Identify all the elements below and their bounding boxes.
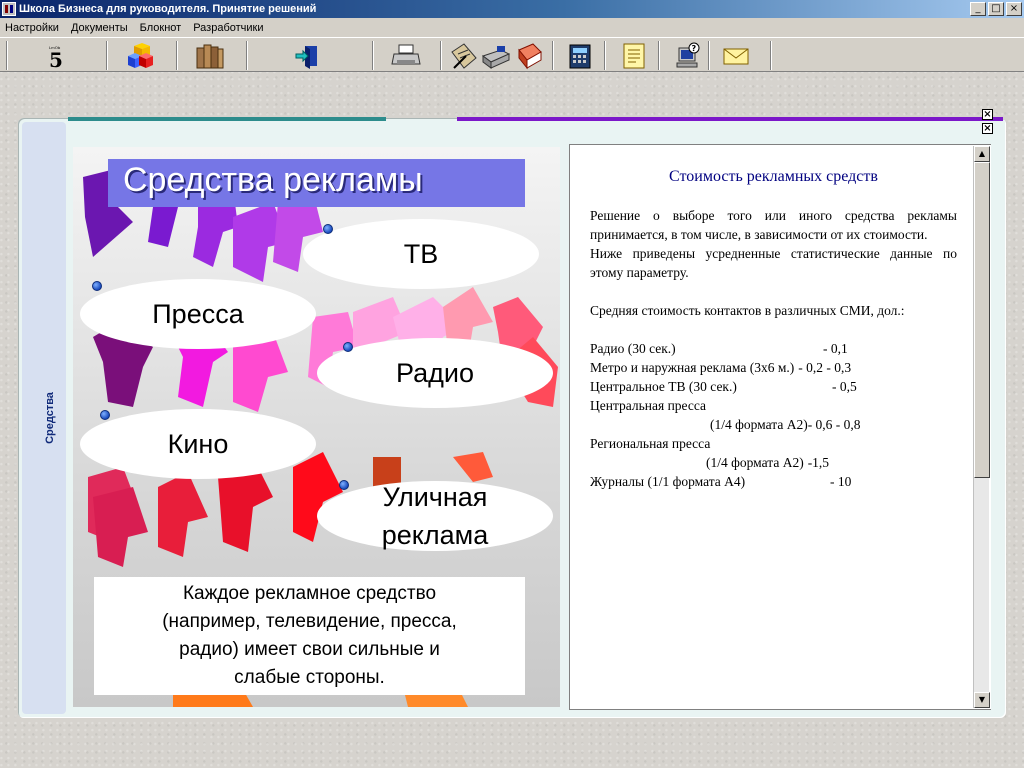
- bubble-press[interactable]: Пресса: [80, 279, 316, 349]
- slide-note-line: (например, телевидение, пресса,: [162, 611, 457, 632]
- cost-row-label: Региональная пресса: [590, 436, 711, 451]
- cost-row-value: - 0,5: [832, 379, 857, 394]
- document-intro: Решение о выборе того или иного средства…: [590, 208, 957, 242]
- scroll-down-button[interactable]: ▼: [974, 692, 990, 708]
- maximize-button[interactable]: □: [988, 2, 1004, 16]
- cost-row: Метро и наружная реклама (3х6 м.) - 0,2 …: [590, 358, 957, 377]
- cost-row: Журналы (1/1 формата А4) - 10: [590, 472, 957, 491]
- document-avg-cost: Средняя стоимость контактов в различных …: [590, 303, 905, 318]
- book-icon[interactable]: [514, 41, 546, 70]
- app-icon[interactable]: [2, 2, 16, 16]
- cubes-icon[interactable]: [124, 41, 156, 70]
- cost-row-value: - 10: [830, 474, 852, 489]
- cost-row-label: Радио (30 сек.): [590, 341, 676, 356]
- cost-row-label: Метро и наружная реклама (3х6 м.): [590, 360, 795, 375]
- document-intro2: Ниже приведены усредненные статистически…: [590, 246, 957, 280]
- bubble-street-label-2: реклама: [381, 520, 489, 550]
- cost-row-value: -1,5: [807, 455, 830, 470]
- toolbar-separator: [770, 41, 772, 70]
- bullet-radio-icon: [343, 342, 353, 352]
- bubble-radio-label: Радио: [396, 358, 474, 388]
- cost-row: (1/4 формата А2) -1,5: [590, 453, 957, 472]
- close-button[interactable]: ×: [1006, 2, 1022, 16]
- toolbar-separator: [658, 41, 660, 70]
- document-scrollbar[interactable]: ▲ ▼: [973, 146, 990, 708]
- cost-row: Региональная пресса: [590, 434, 957, 453]
- menu-bar: Настройки Документы Блокнот Разработчики: [0, 18, 1024, 37]
- bubble-cinema[interactable]: Кино: [80, 409, 316, 479]
- bullet-tv-icon: [323, 224, 333, 234]
- printer-icon[interactable]: [390, 41, 422, 70]
- toolbar-separator: [372, 41, 374, 70]
- cost-row-label: Центральное ТВ (30 сек.): [590, 379, 737, 394]
- bubble-tv-label: ТВ: [403, 239, 439, 269]
- scroll-thumb[interactable]: [974, 162, 990, 478]
- svg-text:?: ?: [692, 44, 697, 53]
- document-panel[interactable]: Стоимость рекламных средств Решение о вы…: [569, 144, 991, 710]
- cost-row: Центральная пресса: [590, 396, 957, 415]
- svg-text:5: 5: [49, 48, 63, 69]
- scroll-up-button[interactable]: ▲: [974, 146, 990, 162]
- logo-5-icon[interactable]: ᴸᵐᴼᵇ 5: [41, 41, 73, 70]
- bullet-press-icon: [92, 281, 102, 291]
- cost-row: (1/4 формата А2) - 0,6 - 0,8: [590, 415, 957, 434]
- menu-settings[interactable]: Настройки: [5, 22, 59, 34]
- bubble-press-label: Пресса: [152, 299, 244, 329]
- mail-icon[interactable]: [720, 41, 752, 70]
- books-icon[interactable]: [194, 41, 226, 70]
- toolbar-separator: [246, 41, 248, 70]
- bubble-tv[interactable]: ТВ: [303, 219, 539, 289]
- title-bar: Школа Бизнеса для руководителя. Принятие…: [0, 0, 1024, 18]
- document-text: Стоимость рекламных средств Решение о вы…: [590, 167, 957, 491]
- minimize-button[interactable]: _: [970, 2, 986, 16]
- toolbar-separator: [106, 41, 108, 70]
- slide-note: Каждое рекламное средство (например, тел…: [94, 577, 525, 695]
- cost-row-value: - 0,1: [823, 341, 848, 356]
- notes-icon[interactable]: [618, 41, 650, 70]
- toolbar-separator: [440, 41, 442, 70]
- exit-door-icon[interactable]: [292, 41, 324, 70]
- cost-row-label: (1/4 формата А2): [706, 455, 804, 470]
- cost-row-label: Центральная пресса: [590, 398, 707, 413]
- toolbar-separator: [708, 41, 710, 70]
- slide-note-line: слабые стороны.: [234, 667, 385, 688]
- scanner-icon[interactable]: [480, 41, 512, 70]
- slide-title: Средства рекламы: [123, 161, 423, 199]
- cost-row: Центральное ТВ (30 сек.) - 0,5: [590, 377, 957, 396]
- document-title: Стоимость рекламных средств: [669, 168, 878, 185]
- slide: Средства рекламы ТВ Пресса Радио Кино Ул…: [73, 147, 560, 707]
- window-title: Школа Бизнеса для руководителя. Принятие…: [19, 3, 317, 15]
- calculator-icon[interactable]: [564, 41, 596, 70]
- bubble-cinema-label: Кино: [167, 429, 229, 459]
- cost-row-label: Журналы (1/1 формата А4): [590, 474, 746, 489]
- menu-documents[interactable]: Документы: [71, 22, 128, 34]
- bullet-cinema-icon: [100, 410, 110, 420]
- toolbar-separator: [6, 41, 8, 70]
- cost-row: Радио (30 сек.) - 0,1: [590, 339, 957, 358]
- panel-close-icon[interactable]: ×: [982, 109, 993, 120]
- window-controls: _ □ ×: [970, 2, 1022, 16]
- menu-developers[interactable]: Разработчики: [193, 22, 263, 34]
- frame-accent-teal: [68, 117, 386, 121]
- panel-close-icon[interactable]: ×: [982, 123, 993, 134]
- side-tab-label[interactable]: Средства: [44, 392, 56, 444]
- clipboard-pen-icon[interactable]: [447, 41, 479, 70]
- cost-row-label: (1/4 формата А2): [710, 417, 808, 432]
- cost-row-value: - 0,6 - 0,8: [807, 417, 861, 432]
- toolbar-separator: [552, 41, 554, 70]
- bubble-street[interactable]: Уличная реклама: [317, 481, 553, 551]
- cost-row-value: - 0,2 - 0,3: [798, 360, 852, 375]
- toolbar-separator: [176, 41, 178, 70]
- toolbar-separator: [604, 41, 606, 70]
- toolbar: ᴸᵐᴼᵇ 5 ?: [0, 37, 1024, 72]
- slide-note-line: радио) имеет свои сильные и: [179, 639, 440, 660]
- menu-notepad[interactable]: Блокнот: [140, 22, 182, 34]
- help-computer-icon[interactable]: ?: [672, 41, 704, 70]
- bubble-street-label-1: Уличная: [382, 482, 488, 512]
- slide-note-line: Каждое рекламное средство: [182, 583, 437, 604]
- frame-accent-purple: [457, 117, 1003, 121]
- bullet-street-icon: [339, 480, 349, 490]
